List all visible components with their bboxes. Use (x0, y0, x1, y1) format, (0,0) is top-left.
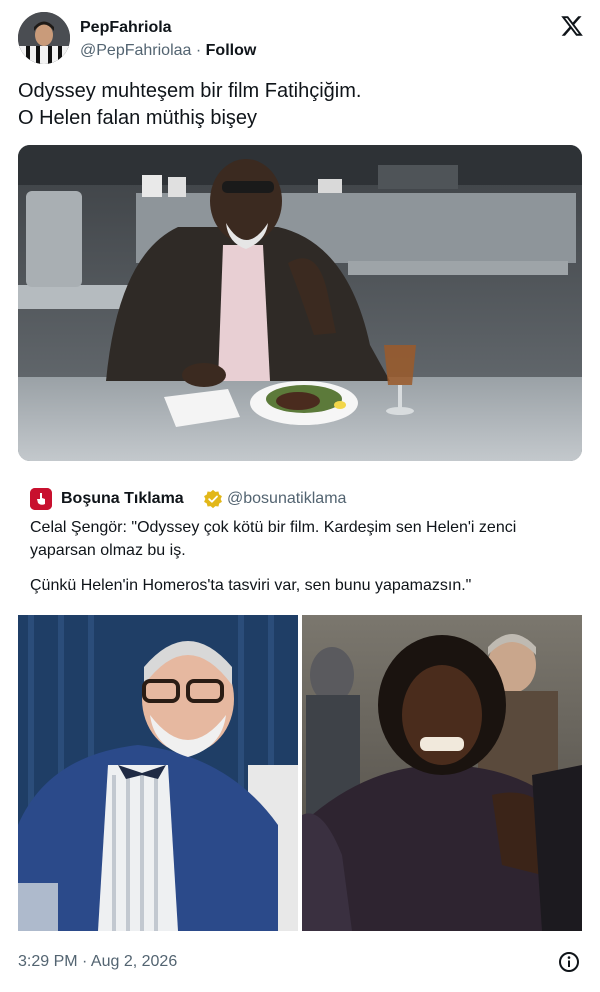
follow-button[interactable]: Follow (206, 42, 257, 59)
tweet-text-line: O Helen falan müthiş bişey (18, 107, 258, 129)
tweet-text: Odyssey muhteşem bir film Fatihçiğim. O … (18, 78, 584, 132)
tweet-header: PepFahriola @PepFahriolaa · Follow (18, 12, 584, 66)
author-avatar[interactable] (18, 12, 70, 64)
timestamp[interactable]: 3:29 PM · Aug 2, 2026 (18, 953, 177, 970)
author-display-name[interactable]: PepFahriola (80, 18, 256, 38)
quoted-text-line: yaparsan olmaz bu iş. (30, 542, 186, 559)
tweet-text-line: Odyssey muhteşem bir film Fatihçiğim. (18, 80, 362, 102)
separator-dot: · (195, 42, 202, 59)
tweet-photo[interactable] (18, 145, 582, 461)
quoted-author-avatar[interactable] (30, 488, 52, 510)
quoted-author-name[interactable]: Boşuna Tıklama (61, 488, 184, 510)
x-logo-icon[interactable] (560, 14, 584, 38)
quoted-photo-left[interactable] (18, 615, 298, 931)
quoted-tweet-text: Celal Şengör: "Odyssey çok kötü bir film… (30, 516, 570, 597)
quoted-author-handle[interactable]: @bosunatiklama (227, 488, 346, 510)
quoted-text-line: Çünkü Helen'in Homeros'ta tasviri var, s… (30, 577, 472, 594)
quoted-text-line: Celal Şengör: "Odyssey çok kötü bir film… (30, 519, 517, 536)
author-handle-row: @PepFahriolaa · Follow (80, 40, 256, 62)
tweet-footer: 3:29 PM · Aug 2, 2026 (18, 950, 582, 974)
quoted-photo-right[interactable] (302, 615, 582, 931)
pointer-hand-icon (30, 488, 52, 510)
verified-badge-icon (204, 489, 222, 509)
author-handle[interactable]: @PepFahriolaa (80, 42, 191, 59)
author-meta: PepFahriola @PepFahriolaa · Follow (80, 18, 256, 62)
info-icon[interactable] (558, 951, 580, 973)
